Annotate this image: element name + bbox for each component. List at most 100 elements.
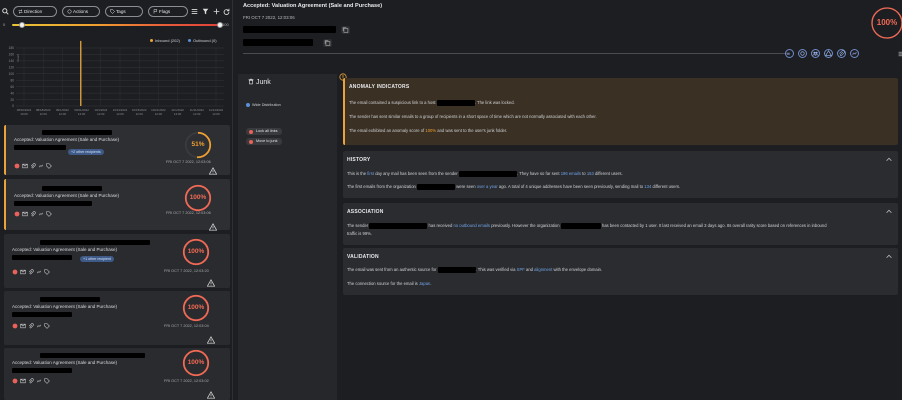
flags-filter-button[interactable]: Flags <box>148 6 188 17</box>
score-value: 100% <box>876 18 898 27</box>
alert-icon[interactable] <box>824 49 833 58</box>
action-taken-icon[interactable] <box>12 323 18 329</box>
action-taken-icon[interactable] <box>14 163 20 169</box>
filter-bar: Direction Actions Tags Flags <box>0 5 232 19</box>
y-tick-label: 20 <box>10 98 14 102</box>
link-icon[interactable] <box>38 211 44 217</box>
chevron-up-icon[interactable] <box>886 254 892 259</box>
x-tick-label-time: 12:00 <box>174 112 182 116</box>
y-axis-title: Count <box>16 54 20 62</box>
text: has received <box>428 223 453 229</box>
svg-text:AI: AI <box>787 52 790 56</box>
x-tick-label-time: 12:00 <box>78 112 86 116</box>
sort-icon[interactable] <box>213 8 220 15</box>
menu-icon[interactable] <box>898 51 902 57</box>
attachment-icon[interactable] <box>30 210 36 217</box>
message-card[interactable]: Accepted: Valuation Agreement (Sale and … <box>4 291 230 345</box>
score-range-slider[interactable]: 0 100 <box>3 22 229 28</box>
envelope-icon[interactable] <box>20 269 26 275</box>
tag-icon[interactable] <box>44 268 50 275</box>
link-icon[interactable] <box>36 378 42 384</box>
link-icon[interactable] <box>36 323 42 329</box>
text: and was sent to the user's junk folder. <box>437 128 508 133</box>
action-taken-icon[interactable] <box>12 378 18 384</box>
list-icon[interactable] <box>191 8 198 15</box>
y-tick-label: 140 <box>9 59 15 63</box>
users-icon[interactable] <box>811 49 820 58</box>
redacted-recipient <box>12 255 72 260</box>
warning-icon <box>207 279 215 287</box>
tag-dot <box>246 103 250 107</box>
y-tick-label: 0 <box>12 104 14 108</box>
text: to <box>582 171 586 177</box>
message-card[interactable]: Accepted: Valuation Agreement (Sale and … <box>4 348 230 400</box>
message-date: FRI OCT 7 2022, 12:03:06 <box>243 15 295 20</box>
text: This is the <box>347 171 367 177</box>
tag-icon[interactable] <box>46 210 52 217</box>
link-icon[interactable] <box>38 163 44 169</box>
text: The email exhibited an anomaly score of <box>349 128 425 133</box>
attachment-icon[interactable] <box>28 268 34 275</box>
message-action-icons <box>12 377 50 384</box>
attachment-icon[interactable] <box>28 322 34 329</box>
chevron-up-icon[interactable] <box>886 157 892 162</box>
text: were seen <box>456 184 476 190</box>
action-taken-icon[interactable] <box>14 211 20 217</box>
text: . The link was locked. <box>474 100 515 106</box>
highlight[interactable]: 196 emails <box>561 171 581 176</box>
tag-icon[interactable] <box>44 377 50 384</box>
lock-links-label: Lock all links <box>256 129 278 133</box>
y-tick-label: 120 <box>9 66 15 70</box>
message-card[interactable]: Accepted: Valuation Agreement (Sale and … <box>4 125 230 175</box>
action-side-panel: Junk Wide Distribution Lock all links Mo… <box>238 74 337 400</box>
attachment-icon[interactable] <box>30 162 36 169</box>
text: The sender <box>347 223 369 229</box>
envelope-icon[interactable] <box>20 323 26 329</box>
message-list-panel: Direction Actions Tags Flags 0 100 Inbou… <box>0 0 232 400</box>
email-volume-chart: 180160140120100806040200Count08/16/20221… <box>9 40 224 116</box>
text: The email was sent from an authentic sou… <box>347 267 437 273</box>
copy-icon[interactable] <box>323 39 332 47</box>
link-icon[interactable] <box>850 49 859 58</box>
validation-heading: VALIDATION <box>347 254 379 260</box>
lock-links-button[interactable]: Lock all links <box>246 128 282 135</box>
highlight[interactable]: 134 <box>644 184 651 189</box>
action-taken-icon[interactable] <box>12 269 18 275</box>
direction-filter-button[interactable]: Direction <box>13 6 57 17</box>
redacted-organization <box>417 184 456 190</box>
highlight[interactable]: 153 <box>587 171 594 176</box>
refresh-icon[interactable] <box>223 8 230 15</box>
anomaly-line-1: The email contained a suspicious link to… <box>349 100 515 106</box>
history-section: HISTORY This is the first day any mail h… <box>343 151 898 198</box>
text: ago. A total of 4 unique addresses have … <box>498 184 644 190</box>
copy-icon[interactable] <box>341 26 350 34</box>
settings-icon[interactable] <box>798 49 807 58</box>
attachment-icon[interactable] <box>837 49 846 58</box>
tags-filter-button[interactable]: Tags <box>105 6 143 17</box>
slider-min-handle[interactable] <box>19 22 26 28</box>
other-recipients-badge[interactable]: +2 other recipients <box>68 149 104 155</box>
link-icon[interactable] <box>36 269 42 275</box>
other-recipients-badge[interactable]: +1 other recipient <box>80 256 114 262</box>
redacted-recipient <box>14 145 66 150</box>
envelope-icon[interactable] <box>22 163 28 169</box>
envelope-icon[interactable] <box>22 211 28 217</box>
message-date: FRI OCT 7 2022, 12:03:06 <box>166 160 211 164</box>
message-card[interactable]: Accepted: Valuation Agreement (Sale and … <box>4 234 230 288</box>
actions-filter-button[interactable]: Actions <box>62 6 100 17</box>
analyst-icon[interactable]: AI <box>785 49 794 58</box>
message-title: Accepted: Valuation Agreement (Sale and … <box>243 3 383 9</box>
redacted-host <box>436 100 475 106</box>
envelope-icon[interactable] <box>20 378 26 384</box>
message-card[interactable]: Accepted: Valuation Agreement (Sale and … <box>4 179 230 231</box>
tag-icon[interactable] <box>46 162 52 169</box>
attachment-icon[interactable] <box>28 377 34 384</box>
chevron-up-icon[interactable] <box>886 209 892 214</box>
slider-min-label: 0 <box>3 22 6 27</box>
text: day any mail has been seen from the send… <box>375 171 458 177</box>
y-tick-label: 160 <box>9 53 15 57</box>
tag-icon[interactable] <box>44 322 50 329</box>
search-icon[interactable] <box>2 8 9 15</box>
clear-filter-icon[interactable] <box>202 8 209 15</box>
move-to-junk-button[interactable]: Move to junk <box>246 138 282 145</box>
